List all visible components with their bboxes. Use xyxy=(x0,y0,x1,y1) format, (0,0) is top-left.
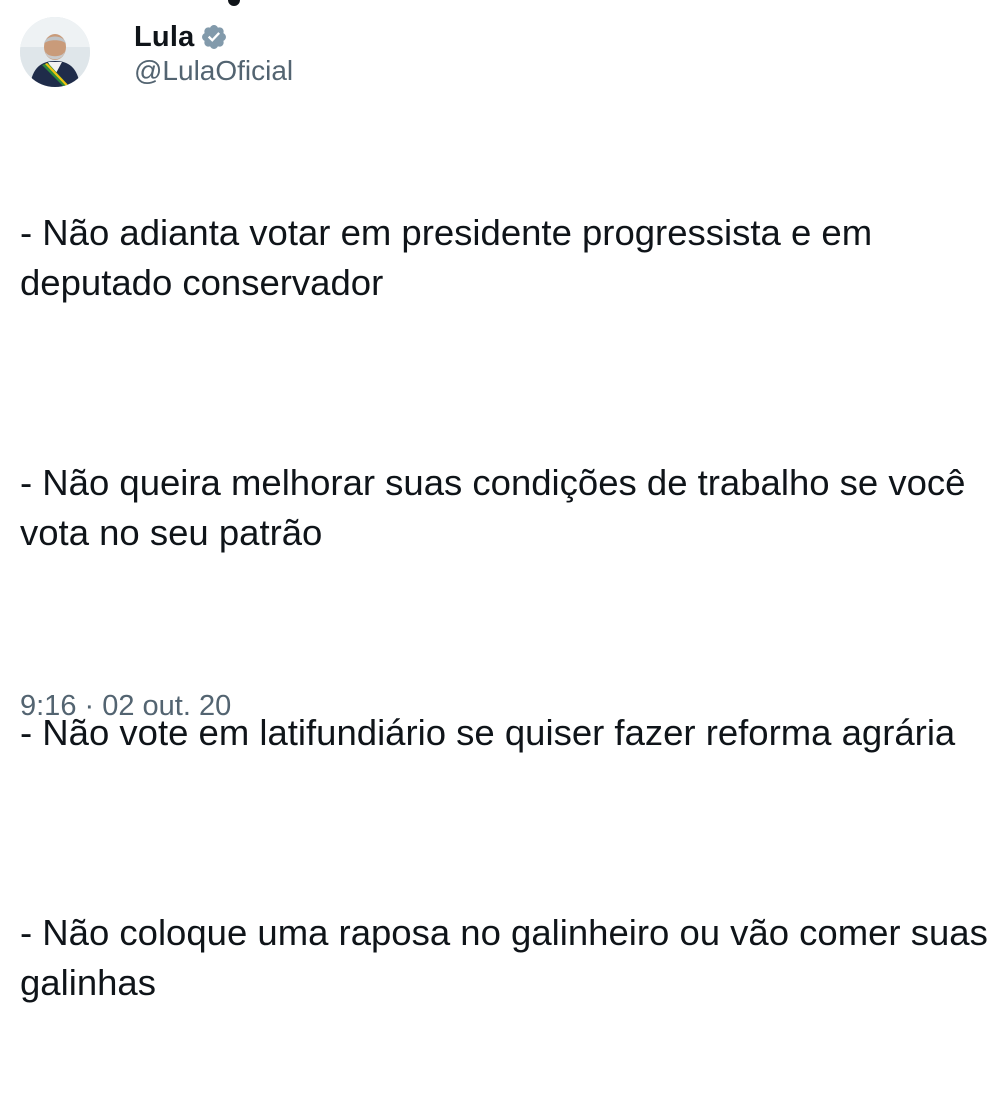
display-name[interactable]: Lula xyxy=(134,20,194,54)
tweet-header: Lula @LulaOficial xyxy=(20,17,293,95)
tweet-paragraph: - Não adianta votar em presidente progre… xyxy=(20,212,883,303)
previous-content-edge xyxy=(228,0,240,6)
name-row: Lula xyxy=(134,18,293,56)
user-handle[interactable]: @LulaOficial xyxy=(134,54,293,88)
profile-photo-avatar xyxy=(20,17,90,87)
tweet-card: Lula @LulaOficial - Não adianta votar em… xyxy=(0,0,1000,1003)
avatar[interactable] xyxy=(20,17,90,87)
verified-badge-icon[interactable] xyxy=(200,23,228,51)
tweet-paragraph: - Não queira melhorar suas condições de … xyxy=(20,462,976,553)
tweet-paragraph: - Não coloque uma raposa no galinheiro o… xyxy=(20,912,998,1003)
tweet-text: - Não adianta votar em presidente progre… xyxy=(20,108,992,1108)
author-names: Lula @LulaOficial xyxy=(134,18,293,88)
tweet-timestamp[interactable]: 9:16 · 02 out. 20 xyxy=(20,686,231,726)
